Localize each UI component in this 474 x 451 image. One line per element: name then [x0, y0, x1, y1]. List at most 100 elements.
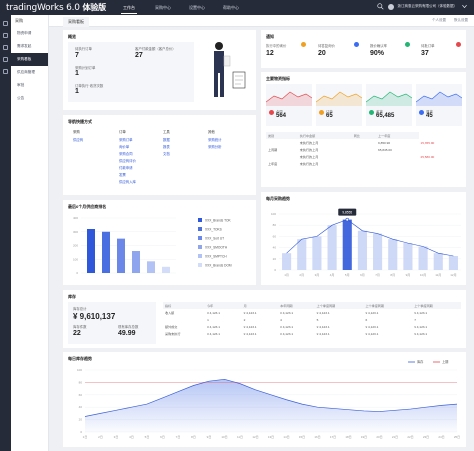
summary-card: 概览 待执行订单 7 客户付款金额（客户总价） 27 采购计划订单 1 订单执行…	[63, 30, 256, 110]
table-row[interactable]: 未执行的上月 9,850.90 15,355.90	[266, 139, 461, 146]
app-logo[interactable]: tradingWorks 6.0 体验版	[6, 2, 106, 13]
quick-col-head-2: 工具	[163, 130, 170, 134]
home-icon[interactable]	[3, 21, 8, 26]
table-cell: ¥ 4,123.1	[280, 324, 294, 329]
quick-link[interactable]: 采购合同	[119, 151, 133, 156]
top-nav-purchase[interactable]: 采购中心	[146, 0, 180, 15]
quick-link[interactable]: 采购统计	[208, 137, 222, 142]
top-nav-settings[interactable]: 设置中心	[180, 0, 214, 15]
search-icon[interactable]	[376, 3, 384, 10]
table-header-cell: 今年	[207, 304, 214, 308]
table-row[interactable]: 未执行的上月 25,580.00	[266, 153, 461, 160]
stats-card: 库存 库存总计 ¥ 9,610,137 库存件数 22 现有库存总数 49.99…	[63, 290, 466, 348]
user-icon[interactable]	[3, 45, 8, 50]
quick-link[interactable]: 采购分析	[208, 144, 222, 149]
highlight-point[interactable]	[345, 217, 349, 222]
notice-value-0[interactable]: 12	[266, 50, 274, 57]
sidebar-item-demand[interactable]: 需求发起	[11, 40, 48, 53]
x-tick-label: 19日	[361, 435, 367, 439]
bar[interactable]	[403, 243, 413, 270]
bar[interactable]	[132, 251, 140, 273]
stats-sub-value-0[interactable]: 22	[73, 330, 81, 337]
bar[interactable]	[297, 239, 307, 270]
bar[interactable]	[448, 256, 458, 270]
quick-link[interactable]: 数据	[163, 137, 170, 142]
table-header-cell: 月	[243, 304, 247, 308]
bar[interactable]	[162, 266, 170, 273]
doc-icon[interactable]	[3, 69, 8, 74]
table-cell: ¥ 4,123.1	[243, 324, 257, 329]
x-tick-label: 12日	[252, 435, 258, 439]
bar[interactable]	[327, 225, 337, 270]
quick-link[interactable]: 供应商入库	[119, 179, 136, 184]
company-name[interactable]: 浙江商惠云采购有限公司（体验数据）	[398, 4, 458, 9]
top-nav-workbench[interactable]: 工作台	[112, 0, 146, 15]
quick-link[interactable]: 报表	[163, 144, 170, 149]
notice-dot-3	[456, 42, 461, 47]
kpi-value-3[interactable]: 45	[426, 113, 433, 119]
summary-value-2[interactable]: 1	[75, 70, 79, 77]
bar[interactable]	[282, 253, 292, 270]
quick-link[interactable]: 付款申请	[119, 165, 133, 170]
x-tick-label: 3月	[315, 273, 320, 277]
bar[interactable]	[102, 231, 110, 273]
kpi-value-1[interactable]: 65	[326, 113, 333, 119]
kpi-value-2[interactable]: 65,485	[376, 113, 394, 119]
table-row[interactable]: 上年度 未执行的上月	[266, 160, 461, 167]
sidebar-item-notice[interactable]: 公告	[11, 92, 48, 105]
notice-value-2[interactable]: 90%	[370, 50, 384, 57]
sidebar-item-supplier[interactable]: 供应商管理	[11, 66, 48, 79]
bar[interactable]	[147, 261, 155, 273]
bar[interactable]	[342, 219, 352, 270]
tab-board[interactable]: 采购看板	[63, 17, 89, 27]
sidebar-item-approval[interactable]: 审批	[11, 79, 48, 92]
bar[interactable]	[418, 246, 428, 270]
summary-value-1[interactable]: 27	[135, 52, 143, 59]
bar[interactable]	[388, 239, 398, 270]
bar[interactable]	[373, 233, 383, 270]
sidebar-item-apply[interactable]: 物资申请	[11, 27, 48, 40]
table-row[interactable]: 1 2 4 5 6 7	[163, 316, 461, 323]
stats-big-value[interactable]: ¥ 9,610,137	[73, 312, 115, 321]
kpi-dot-1	[319, 110, 324, 115]
bar[interactable]	[87, 229, 95, 273]
table-cell: 上周期	[268, 148, 278, 152]
table-row[interactable]: 额外成交 ¥ 4,123.1 ¥ 4,123.1 ¥ 4,123.1 ¥ 4,123.1…	[163, 323, 461, 330]
quick-link[interactable]: 供应商评价	[119, 158, 136, 163]
default-settings-link[interactable]: 默认设置	[454, 18, 468, 23]
stats-sub-value-1[interactable]: 49.99	[118, 330, 136, 337]
quick-link[interactable]: 供应商	[73, 137, 83, 142]
summary-value-3[interactable]: 1	[75, 88, 79, 95]
top-nav-help[interactable]: 帮助中心	[214, 0, 248, 15]
personal-settings-link[interactable]: 个人设置	[432, 18, 446, 23]
sidebar-item-board[interactable]: 采购看板	[11, 53, 48, 66]
x-tick-label: 18日	[345, 435, 351, 439]
chevron-down-icon[interactable]	[461, 3, 468, 10]
x-tick-label: 4日	[129, 435, 134, 439]
table-row[interactable]: 收入额 ¥ 4,123.1 ¥ 4,123.1 ¥ 4,123.1 ¥ 4,123.1 ¥…	[163, 309, 461, 316]
quick-link[interactable]: 发票	[119, 172, 126, 177]
grid-icon[interactable]	[3, 33, 8, 38]
bar[interactable]	[117, 238, 125, 273]
quick-link[interactable]: 文档	[163, 151, 170, 156]
bar[interactable]	[357, 230, 367, 270]
x-tick-label: 17日	[330, 435, 336, 439]
bar[interactable]	[312, 236, 322, 270]
x-tick-label: 24日	[438, 435, 444, 439]
x-tick-label: 11月	[435, 273, 441, 277]
settings-icon[interactable]	[3, 57, 8, 62]
avatar[interactable]	[387, 3, 394, 10]
bar[interactable]	[433, 253, 443, 270]
kpi-value-0[interactable]: 564	[276, 113, 286, 119]
quick-link[interactable]: 采购订单	[119, 137, 133, 142]
notice-value-1[interactable]: 20	[318, 50, 326, 57]
quick-link[interactable]: 询价单	[119, 144, 129, 149]
table-row[interactable]: 上周期 未执行的上月 65,845.00	[266, 146, 461, 153]
kpi-sparkline	[316, 91, 362, 106]
table-header-cell: 上个季度同期	[365, 304, 384, 308]
notice-value-3[interactable]: 37	[421, 50, 429, 57]
table-row[interactable]: 采购未执行 ¥ 4,123.1 ¥ 4,123.1 ¥ 4,123.1 ¥ 4,123.…	[163, 330, 461, 337]
summary-value-0[interactable]: 7	[75, 52, 79, 59]
y-tick-label: 200	[73, 244, 78, 248]
table-cell	[163, 316, 205, 323]
